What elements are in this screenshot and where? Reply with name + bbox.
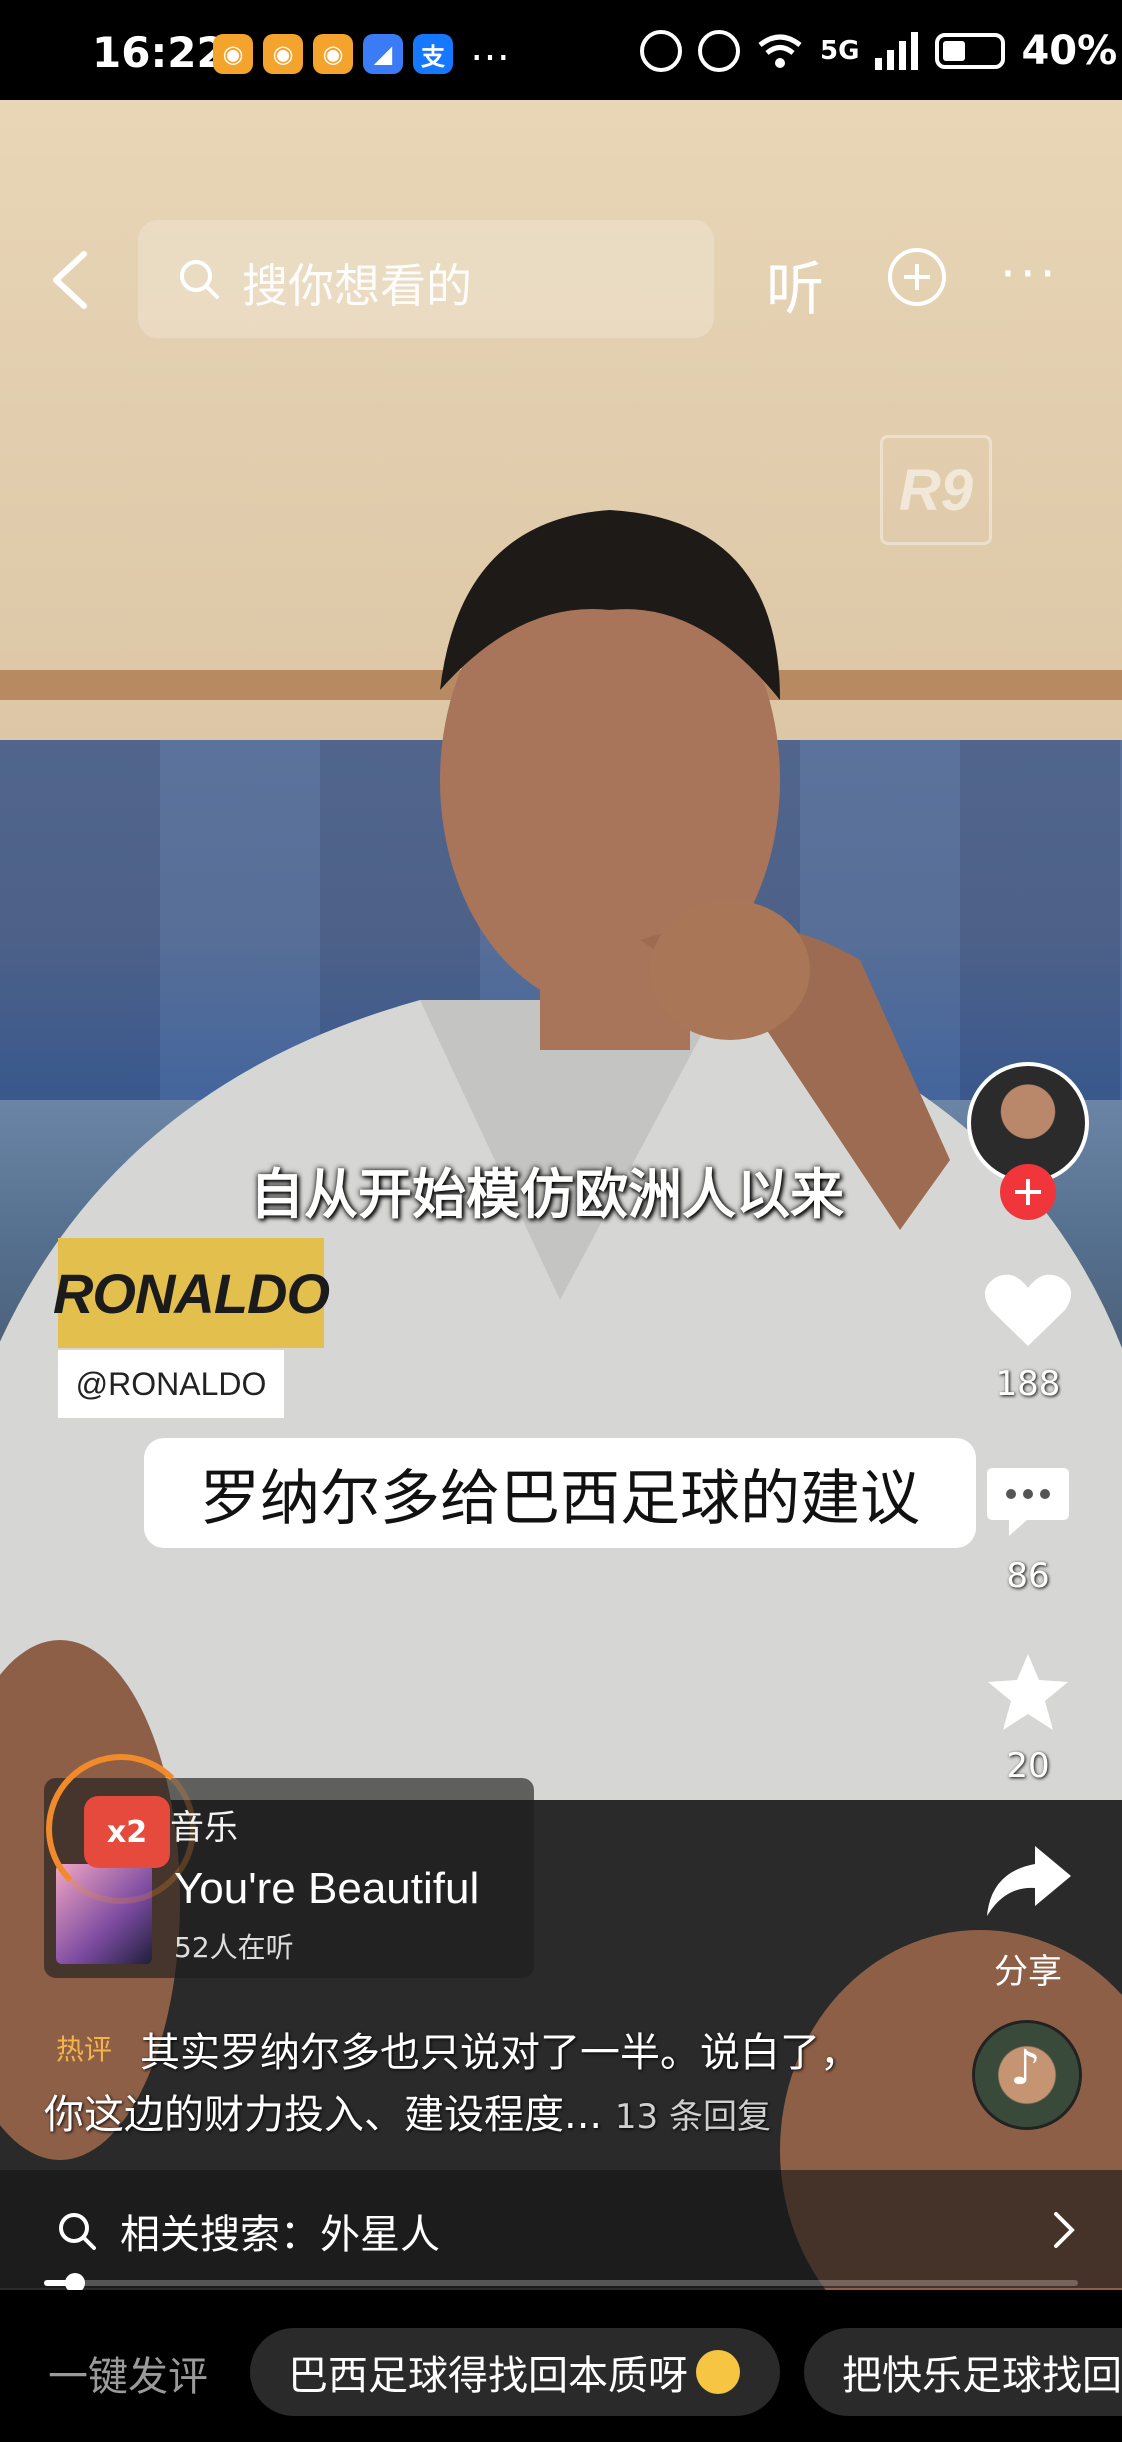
search-icon xyxy=(180,260,219,299)
search-input[interactable]: 搜你想看的 xyxy=(138,220,714,338)
search-placeholder: 搜你想看的 xyxy=(242,259,472,313)
like-count: 188 xyxy=(995,1364,1061,1404)
add-icon[interactable] xyxy=(888,248,946,306)
alipay-icon: 支 xyxy=(413,34,453,74)
search-icon xyxy=(59,2213,96,2250)
signal-icon xyxy=(875,32,919,70)
favorite-count: 20 xyxy=(1006,1746,1050,1786)
comment-count: 86 xyxy=(1006,1556,1050,1596)
video-title: 罗纳尔多给巴西足球的建议 xyxy=(200,1463,920,1534)
hot-comment-text[interactable]: 其实罗纳尔多也只说对了一半。说白了， xyxy=(140,2020,860,2078)
hot-comment-text-continued[interactable]: 你这边的财力投入、建设程度... 13 条回复 xyxy=(44,2082,771,2140)
comment-icon xyxy=(987,1468,1069,1536)
x2-badge[interactable]: x2 xyxy=(84,1796,170,1868)
quick-comment-label[interactable]: 一键发评 xyxy=(48,2344,208,2402)
listen-button[interactable]: 听 xyxy=(766,242,824,326)
battery-percent: 40% xyxy=(1021,28,1118,74)
weibo-icon: ◉ xyxy=(213,34,253,74)
weibo-icon: ◉ xyxy=(263,34,303,74)
video-subtitle: 自从开始模仿欧洲人以来 xyxy=(250,1163,844,1226)
weibo-icon: ◉ xyxy=(313,34,353,74)
music-listeners: 52人在听 xyxy=(174,1931,294,1964)
quick-comment-chip[interactable]: 把快乐足球找回 xyxy=(804,2328,1122,2416)
more-notifications-icon: … xyxy=(470,24,510,70)
playback-progress-bar[interactable] xyxy=(44,2273,1078,2293)
share-label: 分享 xyxy=(994,1952,1062,1992)
more-options-icon[interactable]: ··· xyxy=(1000,245,1060,303)
battery-icon xyxy=(935,33,1006,69)
wifi-icon xyxy=(758,34,802,68)
notification-icons: ◉ ◉ ◉ ◢ 支 xyxy=(213,34,453,74)
hot-comment-tag: 热评 xyxy=(56,2033,113,2066)
bottom-comment-bar: 一键发评 巴西足球得找回本质呀 把快乐足球找回 xyxy=(0,2290,1122,2442)
chip-text: 巴西足球得找回本质呀 xyxy=(288,2353,688,2399)
related-search-bar[interactable]: 相关搜索：外星人 xyxy=(0,2170,1122,2288)
handle-text: @RONALDO xyxy=(75,1365,267,1402)
music-tag: 音乐 xyxy=(170,1808,238,1848)
system-icons: 5G 40% xyxy=(640,28,1117,74)
follow-button[interactable] xyxy=(1000,1164,1056,1220)
related-search-text: 相关搜索：外星人 xyxy=(120,2212,440,2258)
chip-text: 把快乐足球找回 xyxy=(842,2353,1122,2399)
browser-icon: ◢ xyxy=(363,34,403,74)
music-title: You're Beautiful xyxy=(174,1864,480,1913)
reply-count[interactable]: 13 条回复 xyxy=(615,2097,771,2137)
comment-button[interactable]: 86 xyxy=(960,1462,1096,1596)
status-bar: 16:22 ◉ ◉ ◉ ◢ 支 … 5G 40% xyxy=(0,0,1122,100)
heart-icon xyxy=(984,1274,1072,1346)
hot-comment-line: 你这边的财力投入、建设程度... xyxy=(44,2092,603,2138)
network-label: 5G xyxy=(820,36,860,66)
status-time: 16:22 xyxy=(92,28,226,77)
quick-comment-chip[interactable]: 巴西足球得找回本质呀 xyxy=(250,2328,780,2416)
handle-tag: @RONALDO xyxy=(58,1350,284,1418)
nfc-icon xyxy=(640,30,682,72)
name-tag-text: RONALDO xyxy=(52,1261,330,1325)
music-note-icon: ♪ xyxy=(1010,2040,1041,2096)
wink-emoji-icon xyxy=(696,2350,740,2394)
name-tag: RONALDO xyxy=(53,1238,330,1348)
star-icon xyxy=(988,1654,1068,1730)
alarm-icon xyxy=(698,30,740,72)
favorite-button[interactable]: 20 xyxy=(960,1652,1096,1786)
share-button[interactable] xyxy=(960,1842,1096,1926)
chevron-right-icon xyxy=(1054,2212,1075,2248)
back-icon[interactable] xyxy=(48,250,92,310)
share-icon xyxy=(987,1846,1071,1916)
like-button[interactable]: 188 xyxy=(960,1270,1096,1404)
video-title-banner: 罗纳尔多给巴西足球的建议 xyxy=(144,1438,976,1548)
